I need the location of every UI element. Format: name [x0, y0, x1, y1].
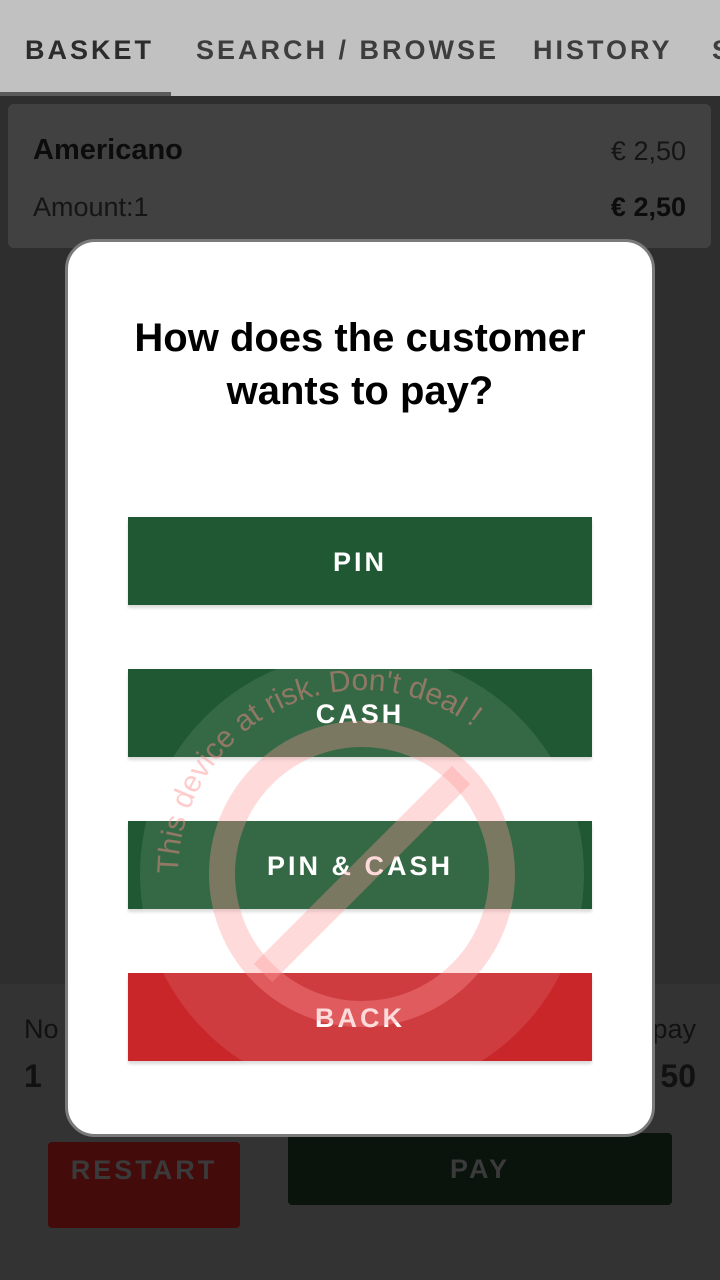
item-name: Americano — [33, 134, 183, 166]
basket-item-card[interactable]: Americano € 2,50 Amount:1 € 2,50 — [8, 104, 711, 248]
item-count-value: 1 — [24, 1058, 42, 1094]
payment-method-dialog: How does the customer wants to pay? PIN … — [65, 239, 655, 1137]
item-price: € 2,50 — [610, 136, 686, 166]
tab-settings[interactable]: S — [712, 0, 720, 96]
item-amount: Amount:1 — [33, 192, 149, 222]
to-pay-label: pay — [652, 1014, 696, 1044]
pay-button[interactable]: PAY — [288, 1133, 672, 1205]
tab-basket[interactable]: BASKET — [25, 0, 154, 96]
restart-button[interactable]: RESTART — [48, 1142, 240, 1228]
item-total: € 2,50 — [610, 192, 686, 222]
tab-history[interactable]: HISTORY — [533, 0, 673, 96]
pin-cash-button[interactable]: PIN & CASH — [128, 821, 592, 909]
dialog-title: How does the customer wants to pay? — [134, 316, 586, 413]
active-tab-indicator — [0, 92, 171, 96]
tab-search-browse[interactable]: SEARCH / BROWSE — [196, 0, 499, 96]
back-button[interactable]: BACK — [128, 973, 592, 1061]
pin-button[interactable]: PIN — [128, 517, 592, 605]
to-pay-value: 50 — [660, 1058, 696, 1094]
item-count-label: No — [24, 1014, 59, 1044]
cash-button[interactable]: CASH — [128, 669, 592, 757]
tab-bar: BASKET SEARCH / BROWSE HISTORY S — [0, 0, 720, 96]
